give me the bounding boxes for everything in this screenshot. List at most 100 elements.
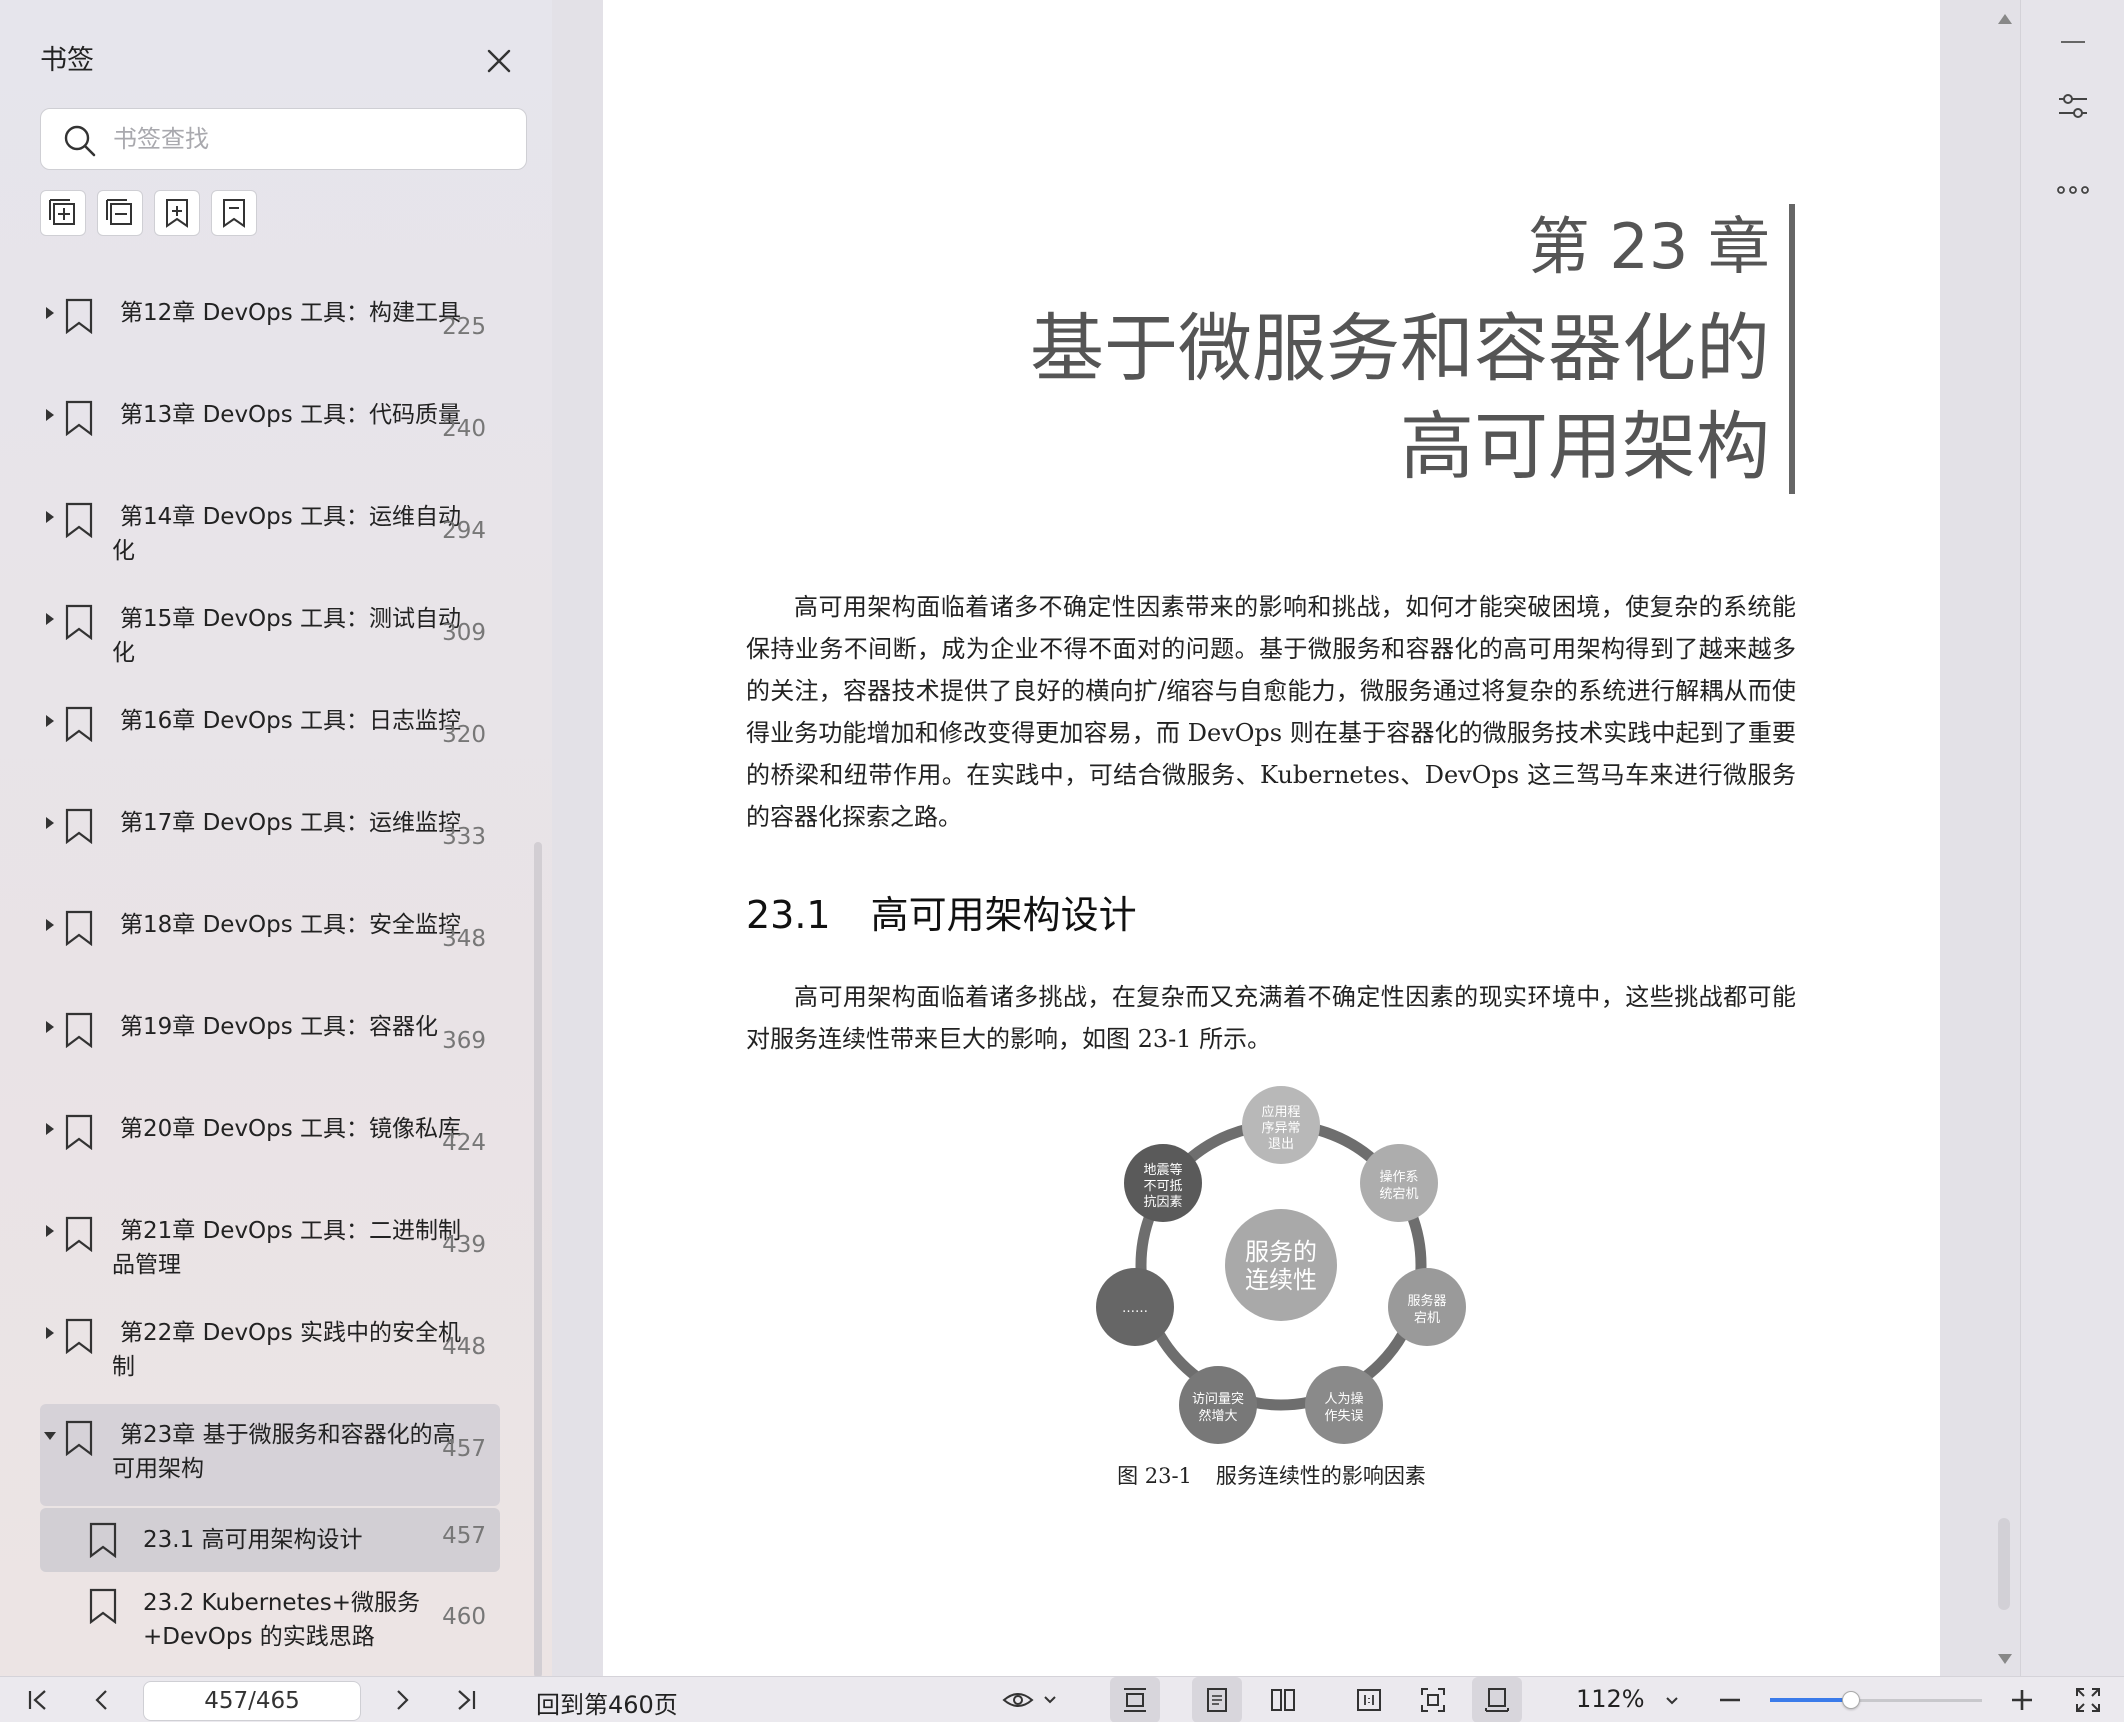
first-page-icon[interactable] xyxy=(16,1677,60,1722)
bookmark-icon xyxy=(65,400,93,436)
scroll-down-arrow-icon[interactable] xyxy=(1998,1654,2012,1664)
scroll-up-arrow-icon[interactable] xyxy=(1998,14,2012,24)
zoom-dropdown-chevron-icon[interactable] xyxy=(1654,1677,1690,1722)
right-toolbar xyxy=(2020,0,2124,1676)
bookmark-search-box[interactable] xyxy=(40,108,527,170)
bookmark-subitem[interactable]: 23.2 Kubernetes+微服务+DevOps 的实践思路 460 xyxy=(40,1572,500,1674)
figure-service-continuity: 服务的 连续性 应用程 序异常 退出 操作系 统宕机 服务器 宕机 人为操 作失… xyxy=(1096,1086,1466,1444)
zoom-slider-handle[interactable] xyxy=(1841,1691,1860,1709)
collapse-all-icon[interactable] xyxy=(97,190,143,236)
expand-arrow-icon[interactable] xyxy=(46,409,54,421)
bookmark-item[interactable]: 第19章 DevOps 工具：容器化 369 xyxy=(40,996,500,1098)
bookmark-list: 第12章 DevOps 工具：构建工具 225 第13章 DevOps 工具：代… xyxy=(40,282,500,1674)
expand-arrow-icon[interactable] xyxy=(46,1123,54,1135)
fit-width-icon[interactable] xyxy=(1472,1677,1522,1722)
bookmark-item[interactable]: 第18章 DevOps 工具：安全监控 348 xyxy=(40,894,500,996)
previous-page-icon[interactable] xyxy=(80,1677,124,1722)
bookmark-label: 第18章 DevOps 工具：安全监控 xyxy=(120,912,462,938)
more-options-icon[interactable] xyxy=(2043,168,2103,212)
sidebar-title: 书签 xyxy=(40,45,94,76)
bookmark-page-number: 424 xyxy=(442,1130,486,1156)
bookmark-item[interactable]: 第20章 DevOps 工具：镜像私库 424 xyxy=(40,1098,500,1200)
bookmark-item[interactable]: 第15章 DevOps 工具：测试自动化 309 xyxy=(40,588,500,690)
bookmark-item[interactable]: 第12章 DevOps 工具：构建工具 225 xyxy=(40,282,500,384)
fullscreen-icon[interactable] xyxy=(2066,1677,2110,1722)
bookmark-item[interactable]: 第21章 DevOps 工具：二进制制品管理 439 xyxy=(40,1200,500,1302)
bookmark-page-number: 369 xyxy=(442,1028,486,1054)
last-page-icon[interactable] xyxy=(444,1677,488,1722)
figure-node-label: 人为操 xyxy=(1324,1391,1363,1407)
bookmark-item[interactable]: 第13章 DevOps 工具：代码质量 240 xyxy=(40,384,500,486)
bookmark-page-number: 309 xyxy=(442,620,486,646)
add-bookmark-icon[interactable] xyxy=(154,190,200,236)
eye-view-mode-icon[interactable] xyxy=(998,1677,1062,1722)
bookmark-subitem-selected[interactable]: 23.1 高可用架构设计 457 xyxy=(40,1508,500,1572)
next-page-icon[interactable] xyxy=(380,1677,424,1722)
bookmark-item-current-chapter[interactable]: 第23章 基于微服务和容器化的高可用架构 457 xyxy=(40,1404,500,1506)
zoom-slider-fill xyxy=(1770,1698,1851,1702)
figure-center-label-line1: 服务的 xyxy=(1245,1238,1317,1266)
expand-arrow-icon[interactable] xyxy=(46,1225,54,1237)
actual-size-icon[interactable] xyxy=(1344,1677,1394,1722)
bookmark-item[interactable]: 第17章 DevOps 工具：运维监控 333 xyxy=(40,792,500,894)
bookmark-label: 第17章 DevOps 工具：运维监控 xyxy=(120,810,462,836)
expand-arrow-icon[interactable] xyxy=(46,817,54,829)
fit-page-icon[interactable] xyxy=(1408,1677,1458,1722)
bookmark-page-number: 348 xyxy=(442,926,486,952)
bookmark-icon xyxy=(65,808,93,844)
expand-arrow-icon[interactable] xyxy=(46,715,54,727)
bookmark-icon xyxy=(65,706,93,742)
figure-node-label: 作失误 xyxy=(1324,1409,1363,1424)
sidebar-scrollbar[interactable] xyxy=(534,842,542,1678)
zoom-level[interactable]: 112% xyxy=(1576,1685,1645,1713)
page-number-input[interactable] xyxy=(143,1681,361,1721)
figure-node-label: …… xyxy=(1122,1301,1148,1316)
expand-arrow-icon[interactable] xyxy=(46,1021,54,1033)
bookmark-page-number: 457 xyxy=(442,1523,486,1549)
expand-arrow-icon[interactable] xyxy=(46,511,54,523)
zoom-out-icon[interactable] xyxy=(1708,1677,1752,1722)
fit-height-icon[interactable] xyxy=(1110,1677,1160,1722)
expand-arrow-icon[interactable] xyxy=(46,1327,54,1339)
bookmark-icon[interactable] xyxy=(211,190,257,236)
bookmark-label: 第16章 DevOps 工具：日志监控 xyxy=(120,708,462,734)
chapter-title-line2: 高可用架构 xyxy=(1400,404,1770,490)
figure-node-label: 宕机 xyxy=(1414,1311,1440,1326)
chapter-title-bar xyxy=(1789,204,1795,494)
minimize-icon[interactable] xyxy=(2043,20,2103,64)
bookmark-icon xyxy=(65,910,93,946)
expand-all-icon[interactable] xyxy=(40,190,86,236)
settings-sliders-icon[interactable] xyxy=(2043,84,2103,128)
expand-arrow-icon[interactable] xyxy=(46,613,54,625)
expand-arrow-icon[interactable] xyxy=(46,307,54,319)
bookmark-icon xyxy=(89,1522,117,1558)
bookmark-label: 第14章 DevOps 工具：运维自动化 xyxy=(112,504,462,564)
collapse-arrow-icon[interactable] xyxy=(44,1432,56,1440)
goto-page-link[interactable]: 回到第460页 xyxy=(536,1685,678,1720)
figure-node: 访问量突 然增大 xyxy=(1179,1366,1257,1444)
bookmark-icon xyxy=(65,1012,93,1048)
bookmark-label: 第15章 DevOps 工具：测试自动化 xyxy=(112,606,462,666)
close-icon[interactable] xyxy=(478,40,520,82)
chapter-number: 第 23 章 xyxy=(1527,210,1770,283)
document-scrollbar-thumb[interactable] xyxy=(1998,1518,2010,1610)
bookmark-label: 第12章 DevOps 工具：构建工具 xyxy=(120,300,462,326)
zoom-in-icon[interactable] xyxy=(2000,1677,2044,1722)
chapter-title: 基于微服务和容器化的 高可用架构 xyxy=(970,300,1770,496)
bookmark-item[interactable]: 第14章 DevOps 工具：运维自动化 294 xyxy=(40,486,500,588)
bookmark-icon xyxy=(89,1588,117,1624)
figure-node: 应用程 序异常 退出 xyxy=(1242,1086,1320,1164)
bookmark-search-input[interactable] xyxy=(113,109,513,169)
two-page-icon[interactable] xyxy=(1258,1677,1308,1722)
single-page-icon[interactable] xyxy=(1192,1677,1242,1722)
expand-arrow-icon[interactable] xyxy=(46,919,54,931)
bookmark-label: 第13章 DevOps 工具：代码质量 xyxy=(120,402,462,428)
bookmark-item[interactable]: 第16章 DevOps 工具：日志监控 320 xyxy=(40,690,500,792)
bookmark-icon xyxy=(65,298,93,334)
figure-node-label: 然增大 xyxy=(1198,1408,1237,1424)
bookmark-page-number: 333 xyxy=(442,824,486,850)
section-heading: 23.1 高可用架构设计 xyxy=(746,884,1137,939)
bookmark-page-number: 320 xyxy=(442,722,486,748)
bookmark-icon xyxy=(65,502,93,538)
bookmark-item[interactable]: 第22章 DevOps 实践中的安全机制 448 xyxy=(40,1302,500,1404)
